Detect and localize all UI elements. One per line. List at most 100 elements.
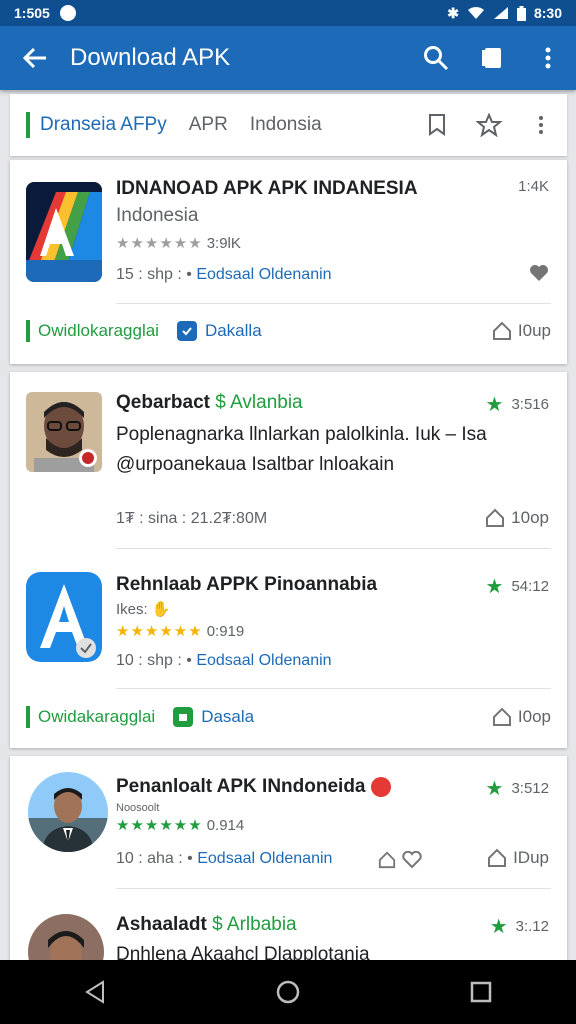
rating-stars: ★★★★★★ 0:919 bbox=[116, 623, 245, 640]
app-title[interactable]: IDNANOAD APK APK INDANESIA bbox=[116, 178, 418, 200]
filter-chip-indonesia[interactable]: Indonsia bbox=[250, 114, 322, 136]
bluetooth-icon: ✱ bbox=[447, 4, 459, 21]
developer-link[interactable]: Eodsaal Oldenanin bbox=[197, 850, 332, 867]
back-button[interactable] bbox=[0, 26, 70, 90]
app-card-2[interactable]: Qebarbact $ Avlanbia ★ 3:516 Poplenagnar… bbox=[10, 372, 567, 748]
tag-label: $ Arlbabia bbox=[212, 914, 297, 935]
filter-chip-primary[interactable]: Dranseia AFPy bbox=[40, 114, 167, 136]
bookmark-button[interactable] bbox=[464, 26, 520, 90]
app-size: 1:4K bbox=[518, 178, 549, 195]
active-filter-indicator bbox=[26, 112, 30, 138]
card-divider bbox=[116, 548, 551, 549]
install-label: 10op bbox=[511, 508, 549, 527]
app-size: 3:512 bbox=[511, 780, 549, 797]
developer-link[interactable]: Eodsaal Oldenanin bbox=[196, 266, 331, 283]
app-logo-icon bbox=[26, 182, 102, 282]
install-label: I0op bbox=[517, 707, 551, 726]
category-indicator bbox=[26, 706, 30, 728]
app-meta: 10 : aha : • Eodsaal Oldenanin bbox=[116, 850, 333, 867]
filter-chip-apr[interactable]: APR bbox=[189, 114, 228, 136]
install-button[interactable]: I0op bbox=[492, 707, 551, 727]
rating-stars: ★★★★★★ 3:9lK bbox=[116, 235, 241, 252]
app-size-area: ★ 3:512 bbox=[486, 776, 549, 801]
more-vert-icon bbox=[545, 47, 551, 69]
app-logo-icon bbox=[26, 572, 102, 662]
app-title[interactable]: Qebarbact $ Avlanbia bbox=[116, 392, 303, 414]
search-icon bbox=[424, 46, 449, 71]
person-photo-icon bbox=[26, 392, 102, 472]
heart-outline-icon[interactable] bbox=[402, 851, 422, 869]
install-label: IDup bbox=[513, 848, 549, 867]
app-size: 54:12 bbox=[511, 578, 549, 595]
home-icon bbox=[488, 848, 507, 867]
notification-icon bbox=[59, 5, 76, 21]
back-arrow-icon bbox=[22, 47, 46, 69]
home-icon bbox=[492, 707, 511, 726]
app-meta: 10 : shp : • Eodsaal Oldenanin bbox=[116, 652, 332, 669]
app-title[interactable]: Rehnlaab APPK Pinoannabia bbox=[116, 574, 377, 596]
signal-icon bbox=[493, 7, 508, 19]
favorite-filter-button[interactable] bbox=[463, 94, 515, 156]
app-meta: 15 : shp : • Eodsaal Oldenanin bbox=[116, 266, 332, 284]
more-options-button[interactable] bbox=[520, 26, 576, 90]
app-size-area: ★ 3:516 bbox=[486, 392, 549, 417]
app-icon-a-logo[interactable] bbox=[26, 182, 102, 282]
app-size: 3:516 bbox=[511, 396, 549, 413]
nav-back-icon[interactable] bbox=[84, 980, 106, 1004]
user-avatar[interactable] bbox=[26, 392, 102, 472]
filter-bar: Dranseia AFPy APR Indonsia bbox=[10, 94, 567, 156]
bookmark-icon bbox=[482, 48, 501, 68]
developer-link[interactable]: Eodsaal Oldenanin bbox=[196, 652, 331, 669]
save-filter-button[interactable] bbox=[411, 94, 463, 156]
rating-stars: ★★★★★★ 0.914 bbox=[116, 817, 245, 834]
battery-icon bbox=[516, 5, 526, 21]
app-card-3[interactable]: Penanloalt APK INndoneida Noosoolt ★★★★★… bbox=[10, 756, 567, 990]
nav-home-icon[interactable] bbox=[275, 979, 301, 1005]
card-divider bbox=[116, 888, 551, 889]
status-bar: 1:505 ✱ 8:30 bbox=[0, 0, 576, 26]
filter-more-button[interactable] bbox=[515, 94, 567, 156]
star-green-icon: ★ bbox=[485, 778, 504, 800]
details-link[interactable]: Dakalla bbox=[205, 321, 262, 341]
card-divider bbox=[116, 688, 551, 689]
more-vert-icon bbox=[539, 116, 543, 134]
star-green-icon: ★ bbox=[485, 394, 504, 416]
category-label[interactable]: Owidlokaragglai bbox=[38, 321, 159, 341]
favorite-icon[interactable] bbox=[529, 264, 549, 282]
app-meta: 1₮ : sina : 21.2₮:80M bbox=[116, 510, 268, 527]
home-icon bbox=[492, 321, 511, 340]
install-button[interactable]: IDup bbox=[487, 848, 549, 868]
app-size-area: ★ 54:12 bbox=[486, 574, 549, 599]
home-icon[interactable] bbox=[378, 851, 396, 869]
meta-prefix: 15 : shp : • bbox=[116, 266, 192, 283]
status-clock: 8:30 bbox=[533, 5, 562, 21]
status-time: 1:505 bbox=[14, 5, 50, 21]
card-footer: Owidakaragglai Dasala I0op bbox=[26, 706, 551, 728]
card-divider bbox=[116, 303, 551, 304]
home-icon bbox=[486, 508, 505, 527]
install-button[interactable]: I0up bbox=[492, 321, 551, 341]
category-label[interactable]: Owidakaragglai bbox=[38, 707, 155, 727]
app-title[interactable]: Penanloalt APK INndoneida bbox=[116, 776, 391, 798]
app-bar: Download APK bbox=[0, 26, 576, 90]
nav-recents-icon[interactable] bbox=[470, 981, 492, 1003]
rating-value: 0:919 bbox=[206, 623, 245, 640]
user-avatar[interactable] bbox=[28, 772, 108, 852]
status-right: ✱ 8:30 bbox=[447, 5, 562, 22]
details-link[interactable]: Dasala bbox=[201, 707, 254, 727]
bookmark-outline-icon bbox=[429, 114, 445, 136]
search-button[interactable] bbox=[408, 26, 464, 90]
rating-value: 0.914 bbox=[206, 817, 245, 834]
app-subtitle: Ikes: ✋ bbox=[116, 601, 171, 618]
app-card-1[interactable]: IDNANOAD APK APK INDANESIA Indonesia ★★★… bbox=[10, 160, 567, 364]
app-icon-a-blue[interactable] bbox=[26, 572, 102, 662]
tag-label: $ Avlanbia bbox=[215, 392, 303, 413]
install-button[interactable]: 10op bbox=[485, 508, 549, 528]
post-text: Poplenagnarka llnlarkan palolkinla. Iuk … bbox=[116, 424, 487, 475]
card-footer: Owidlokaragglai Dakalla I0up bbox=[26, 320, 551, 342]
star-green-icon: ★ bbox=[485, 576, 504, 598]
details-icon bbox=[173, 707, 194, 727]
wifi-icon bbox=[467, 6, 484, 19]
app-title[interactable]: Ashaaladt $ Arlbabia bbox=[116, 914, 297, 936]
app-subtitle: Indonesia bbox=[116, 205, 199, 226]
